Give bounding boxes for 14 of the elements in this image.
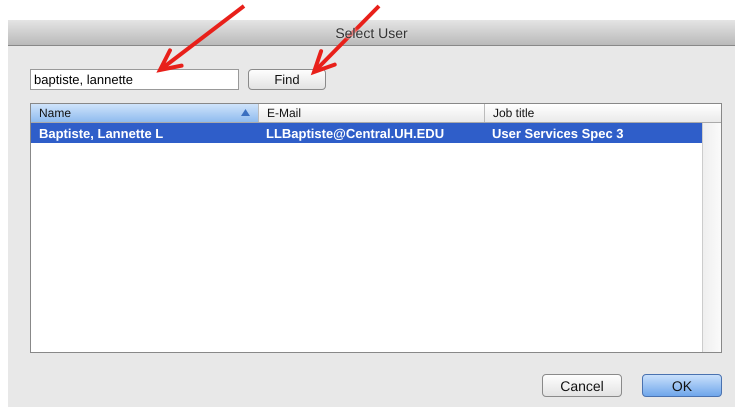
ok-button[interactable]: OK [642, 374, 722, 397]
table-cell-text: User Services Spec 3 [491, 126, 625, 140]
table-row[interactable]: Baptiste, Lannette L LLBaptiste@Central.UH.EDU User Services Spec 3 [31, 123, 702, 143]
search-field[interactable]: baptiste, lannette [30, 69, 239, 90]
scrollbar[interactable] [702, 123, 721, 352]
column-header[interactable]: E-Mail [258, 104, 484, 122]
cancel-button[interactable]: Cancel [542, 374, 622, 397]
sort-ascending-icon [241, 109, 250, 116]
column-header[interactable]: Job title [484, 104, 721, 122]
annotation-arrow [310, 4, 380, 76]
column-header[interactable]: Name [31, 104, 258, 122]
table-cell-text: LLBaptiste@Central.UH.EDU [265, 126, 446, 140]
table-cell-text: Baptiste, Lannette L [38, 126, 164, 140]
find-button[interactable]: Find [248, 69, 326, 90]
